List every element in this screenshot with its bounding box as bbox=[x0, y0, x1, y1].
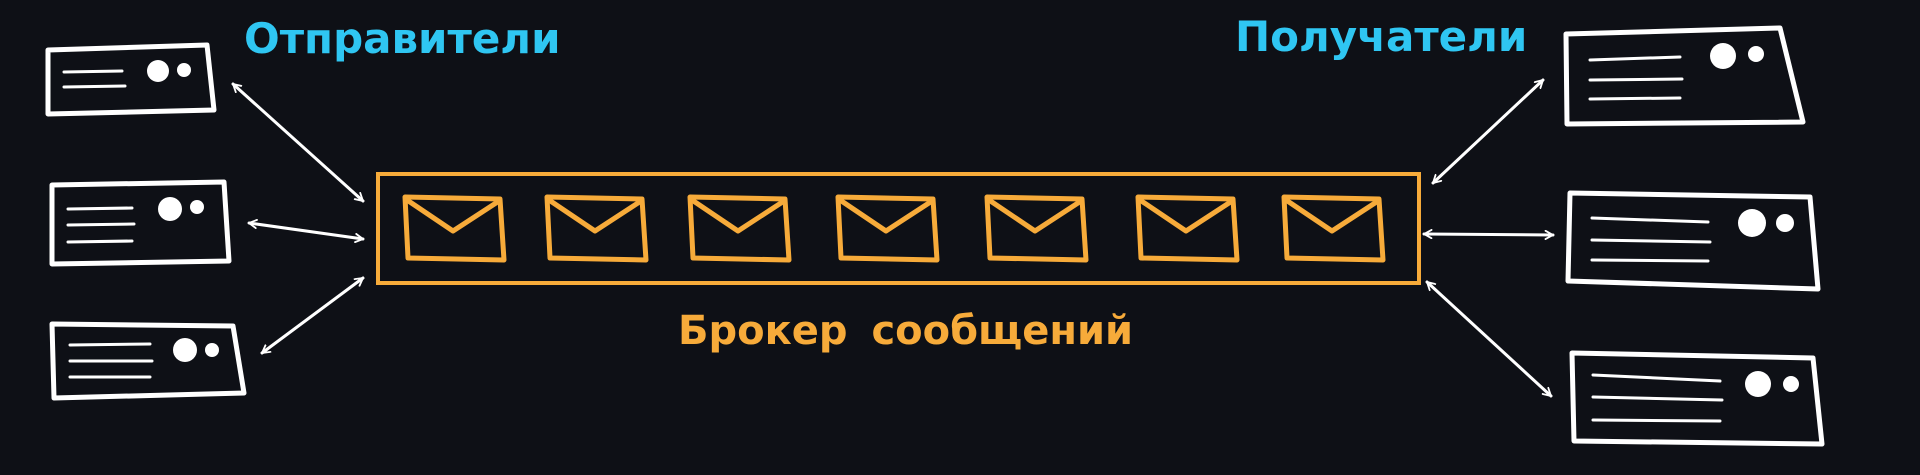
broker-queue bbox=[376, 172, 1421, 285]
envelope-icon bbox=[687, 194, 792, 263]
sender-links bbox=[231, 82, 365, 355]
message-broker-diagram bbox=[45, 25, 1825, 447]
double-arrow-icon bbox=[231, 82, 365, 203]
double-arrow-icon bbox=[1422, 234, 1555, 235]
receiver-links bbox=[1422, 78, 1555, 398]
receiver-server-2 bbox=[1565, 190, 1821, 292]
envelope-icon bbox=[1281, 194, 1386, 263]
sender-server-1 bbox=[45, 42, 217, 117]
envelope-icon bbox=[1135, 194, 1240, 263]
double-arrow-icon bbox=[247, 223, 365, 239]
double-arrow-icon bbox=[1431, 78, 1545, 185]
envelope-icon bbox=[402, 194, 507, 263]
double-arrow-icon bbox=[260, 276, 365, 355]
sender-server-3 bbox=[49, 321, 247, 401]
envelope-icon bbox=[984, 194, 1089, 263]
envelope-icon bbox=[544, 194, 649, 263]
sender-server-2 bbox=[49, 179, 232, 267]
receivers-title: Получатели bbox=[1235, 12, 1528, 61]
senders-title: Отправители bbox=[244, 14, 561, 63]
receiver-server-3 bbox=[1569, 350, 1825, 447]
envelope-icon bbox=[835, 194, 940, 263]
broker-title: Брокер сообщений bbox=[678, 308, 1134, 354]
double-arrow-icon bbox=[1425, 280, 1553, 398]
queue-messages bbox=[402, 194, 1386, 263]
receiver-server-1 bbox=[1563, 25, 1806, 127]
